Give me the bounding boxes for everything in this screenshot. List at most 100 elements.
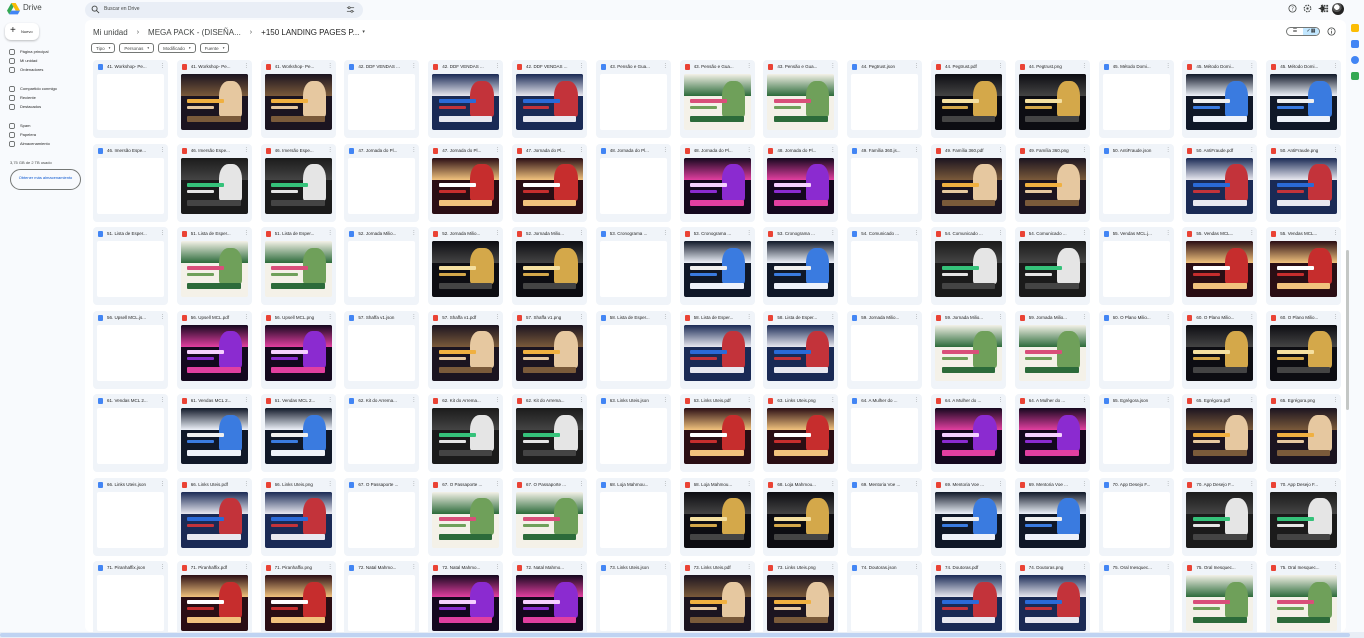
more-options-icon[interactable]: ⋮ — [495, 481, 500, 487]
file-card[interactable]: 66. Links Uteis.json ⋮ — [93, 477, 168, 556]
file-card[interactable]: 61. Vendas MCL 2... ⋮ — [176, 394, 252, 472]
file-card[interactable]: 57. Shaffa v1.json ⋮ — [344, 310, 420, 389]
sidebar-item-p-gina-principal[interactable]: Página principal — [3, 48, 83, 55]
sidebar-item-compartido-conmigo[interactable]: Compartido conmigo — [3, 85, 83, 92]
more-options-icon[interactable]: ⋮ — [411, 481, 416, 487]
more-options-icon[interactable]: ⋮ — [328, 564, 333, 570]
breadcrumb-parent[interactable]: MEGA PACK - (DISEÑA... — [148, 28, 241, 37]
file-card[interactable]: 47. Jornada do Pl... ⋮ — [344, 143, 420, 222]
file-card[interactable]: 46. Imersão Espe... ⋮ — [176, 143, 252, 222]
filter-chip-tipo[interactable]: Tipo ▾ — [91, 43, 116, 53]
more-options-icon[interactable]: ⋮ — [579, 481, 584, 487]
sidebar-item-destacados[interactable]: Destacados — [3, 103, 83, 110]
more-options-icon[interactable]: ⋮ — [1082, 147, 1087, 153]
file-card[interactable]: 44. Pegtrust.pdf ⋮ — [931, 60, 1006, 138]
sidebar-item-spam[interactable]: Spam — [3, 122, 83, 129]
file-card[interactable]: 71. Piranhaffix.pdf ⋮ — [176, 561, 252, 632]
file-card[interactable]: 52. Jornada Milio... ⋮ — [344, 227, 420, 305]
file-card[interactable]: 72. Natal Mahmo... ⋮ — [428, 561, 504, 632]
more-options-icon[interactable]: ⋮ — [663, 397, 668, 403]
drive-logo-icon[interactable] — [7, 3, 20, 15]
file-card[interactable]: 50. AntiFraude.pdf ⋮ — [1182, 143, 1258, 222]
more-options-icon[interactable]: ⋮ — [1166, 63, 1171, 69]
more-options-icon[interactable]: ⋮ — [495, 230, 500, 236]
file-card[interactable]: 41. Workshop- Pe... ⋮ — [93, 60, 168, 138]
file-card[interactable]: 73. Links Uteis.png ⋮ — [763, 561, 839, 632]
sidebar-item-papelera[interactable]: Papelera — [3, 131, 83, 138]
file-card[interactable]: 74. Doutoras.pdf ⋮ — [931, 561, 1006, 632]
more-options-icon[interactable]: ⋮ — [160, 230, 165, 236]
file-card[interactable]: 65. Egrégora.png ⋮ — [1266, 394, 1342, 472]
breadcrumb-current[interactable]: +150 LANDING PAGES P... — [261, 28, 359, 37]
file-card[interactable]: 42. DDF VENDAS ... ⋮ — [344, 60, 420, 138]
more-options-icon[interactable]: ⋮ — [495, 397, 500, 403]
file-card[interactable]: 60. O Plano Milio... ⋮ — [1182, 310, 1258, 389]
more-options-icon[interactable]: ⋮ — [1166, 564, 1171, 570]
file-card[interactable]: 58. Lista de Esper... ⋮ — [763, 310, 839, 389]
more-options-icon[interactable]: ⋮ — [747, 314, 752, 320]
more-options-icon[interactable]: ⋮ — [747, 564, 752, 570]
file-card[interactable]: 51. Lista de Esper... ⋮ — [176, 227, 252, 305]
file-card[interactable]: 47. Jornada do Pl... ⋮ — [512, 143, 587, 222]
more-options-icon[interactable]: ⋮ — [411, 314, 416, 320]
file-card[interactable]: 62. Kit do Arrema... ⋮ — [344, 394, 420, 472]
more-options-icon[interactable]: ⋮ — [244, 230, 249, 236]
file-card[interactable]: 58. Lista de Esper... ⋮ — [679, 310, 755, 389]
more-options-icon[interactable]: ⋮ — [1249, 481, 1254, 487]
file-card[interactable]: 74. Doutoras.json ⋮ — [847, 561, 923, 632]
more-options-icon[interactable]: ⋮ — [244, 397, 249, 403]
more-options-icon[interactable]: ⋮ — [160, 564, 165, 570]
more-options-icon[interactable]: ⋮ — [1333, 63, 1338, 69]
file-card[interactable]: 59. Jornada Milio... ⋮ — [931, 310, 1006, 389]
search-bar[interactable]: Buscar en Drive — [85, 2, 363, 18]
file-card[interactable]: 64. A Mulher do ... ⋮ — [847, 394, 923, 472]
more-options-icon[interactable]: ⋮ — [663, 564, 668, 570]
file-card[interactable]: 44. Pegtrust.json ⋮ — [847, 60, 923, 138]
file-card[interactable]: 74. Doutoras.png ⋮ — [1014, 561, 1090, 632]
info-icon[interactable] — [1327, 27, 1336, 36]
file-card[interactable]: 48. Jornada do Pl... ⋮ — [595, 143, 671, 222]
more-options-icon[interactable]: ⋮ — [663, 147, 668, 153]
file-card[interactable]: 53. Cronograma ... ⋮ — [679, 227, 755, 305]
file-card[interactable]: 73. Links Uteis.pdf ⋮ — [679, 561, 755, 632]
more-options-icon[interactable]: ⋮ — [579, 230, 584, 236]
file-card[interactable]: 58. Lista de Esper... ⋮ — [595, 310, 671, 389]
more-options-icon[interactable]: ⋮ — [411, 564, 416, 570]
more-options-icon[interactable]: ⋮ — [998, 481, 1003, 487]
keep-icon[interactable] — [1351, 40, 1359, 48]
sidebar-item-almacenamiento[interactable]: Almacenamiento — [3, 140, 83, 147]
file-card[interactable]: 52. Jornada Milio... ⋮ — [512, 227, 587, 305]
file-card[interactable]: 42. DDF VENDAS ... ⋮ — [512, 60, 587, 138]
more-options-icon[interactable]: ⋮ — [1166, 314, 1171, 320]
file-card[interactable]: 67. O Passaporte ... ⋮ — [512, 477, 587, 556]
file-card[interactable]: 63. Links Uteis.json ⋮ — [595, 394, 671, 472]
file-card[interactable]: 68. Loja Mahmou... ⋮ — [679, 477, 755, 556]
apps-icon[interactable] — [1320, 4, 1329, 13]
more-options-icon[interactable]: ⋮ — [160, 397, 165, 403]
more-options-icon[interactable]: ⋮ — [1166, 147, 1171, 153]
file-card[interactable]: 66. Links Uteis.png ⋮ — [260, 477, 336, 556]
more-options-icon[interactable]: ⋮ — [998, 397, 1003, 403]
more-options-icon[interactable]: ⋮ — [1166, 481, 1171, 487]
more-options-icon[interactable]: ⋮ — [914, 230, 919, 236]
app-brand[interactable]: Drive — [23, 3, 42, 12]
file-card[interactable]: 73. Links Uteis.json ⋮ — [595, 561, 671, 632]
more-options-icon[interactable]: ⋮ — [830, 63, 835, 69]
more-options-icon[interactable]: ⋮ — [1333, 314, 1338, 320]
file-card[interactable]: 72. Natal Mahmo... ⋮ — [344, 561, 420, 632]
file-card[interactable]: 67. O Passaporte ... ⋮ — [344, 477, 420, 556]
more-options-icon[interactable]: ⋮ — [914, 564, 919, 570]
file-card[interactable]: 70. App Desejo F... ⋮ — [1182, 477, 1258, 556]
more-options-icon[interactable]: ⋮ — [998, 564, 1003, 570]
more-options-icon[interactable]: ⋮ — [160, 147, 165, 153]
filter-chip-modificado[interactable]: Modificado ▾ — [158, 43, 196, 53]
file-card[interactable]: 71. Piranhaffix.json ⋮ — [93, 561, 168, 632]
more-options-icon[interactable]: ⋮ — [914, 314, 919, 320]
file-card[interactable]: 57. Shaffa v1.pdf ⋮ — [428, 310, 504, 389]
more-options-icon[interactable]: ⋮ — [579, 564, 584, 570]
more-options-icon[interactable]: ⋮ — [663, 63, 668, 69]
sidebar-item-reciente[interactable]: Reciente — [3, 94, 83, 101]
file-card[interactable]: 45. Método Domi... ⋮ — [1266, 60, 1342, 138]
file-card[interactable]: 66. Links Uteis.pdf ⋮ — [176, 477, 252, 556]
file-card[interactable]: 50. AntiFraude.png ⋮ — [1266, 143, 1342, 222]
